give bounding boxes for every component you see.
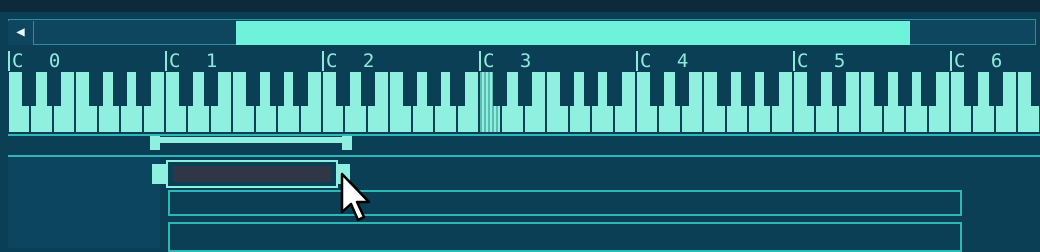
black-key[interactable] [831,72,846,106]
scroll-left-arrow-icon[interactable]: ◀ [8,21,34,45]
octave-marker [322,51,324,71]
octave-label-c5: C 5 [797,50,853,72]
black-key[interactable] [450,72,465,106]
title-strip [0,0,1040,12]
black-key[interactable] [764,72,779,106]
black-key[interactable] [112,72,127,106]
piano-roll-window: ◀ C 0 C 1 C 2 C 3 C 4 C 5 C 6 [0,0,1040,252]
black-key[interactable] [426,72,441,106]
octave-marker [8,51,10,71]
scrollbar-thumb[interactable] [236,21,910,45]
black-key[interactable] [873,72,889,106]
black-key[interactable] [649,72,665,106]
range-left-handle[interactable] [152,164,166,184]
black-key[interactable] [716,72,732,106]
black-key[interactable] [897,72,912,106]
black-key[interactable] [178,72,194,106]
octave-label-c3: C 3 [483,50,539,72]
octave-ruler: C 0 C 1 C 2 C 3 C 4 C 5 C 6 [0,50,1040,72]
black-key[interactable] [269,72,284,106]
black-key[interactable] [559,72,575,106]
octave-marker [950,51,952,71]
octave-label-c4: C 4 [640,50,696,72]
lane-divider [8,155,1040,157]
octave-label-c0: C 0 [12,50,68,72]
black-key[interactable] [517,72,532,106]
piano-keyboard[interactable] [8,72,1040,134]
black-key[interactable] [740,72,755,106]
range-selector-left-tick [150,136,160,150]
key-range-fill[interactable] [173,166,331,182]
mouse-pointer-icon [340,172,371,222]
octave-marker [479,51,481,71]
black-key[interactable] [360,72,375,106]
black-key[interactable] [46,72,61,106]
black-key[interactable] [988,72,1003,106]
octave-label-c2: C 2 [326,50,382,72]
octave-label-c6: C 6 [954,50,1010,72]
black-key[interactable] [607,72,622,106]
black-key[interactable] [203,72,218,106]
black-key[interactable] [583,72,598,106]
octave-marker [636,51,638,71]
octave-marker [165,51,167,71]
track-side-panel [8,157,160,248]
black-key[interactable] [21,72,37,106]
black-key[interactable] [963,72,979,106]
black-key[interactable] [921,72,936,106]
range-selector-right-tick [342,136,352,150]
zone-lane[interactable] [168,190,962,216]
range-selector-top-rail [152,137,352,143]
octave-marker [793,51,795,71]
black-key[interactable] [492,72,508,106]
black-key[interactable] [335,72,351,106]
octave-label-c1: C 1 [169,50,225,72]
keyboard-divider [8,134,1040,136]
black-key[interactable] [674,72,689,106]
black-key[interactable] [1030,72,1040,106]
black-key[interactable] [293,72,308,106]
black-key[interactable] [402,72,418,106]
black-key[interactable] [88,72,104,106]
black-key[interactable] [806,72,822,106]
black-key[interactable] [136,72,151,106]
black-key[interactable] [245,72,261,106]
